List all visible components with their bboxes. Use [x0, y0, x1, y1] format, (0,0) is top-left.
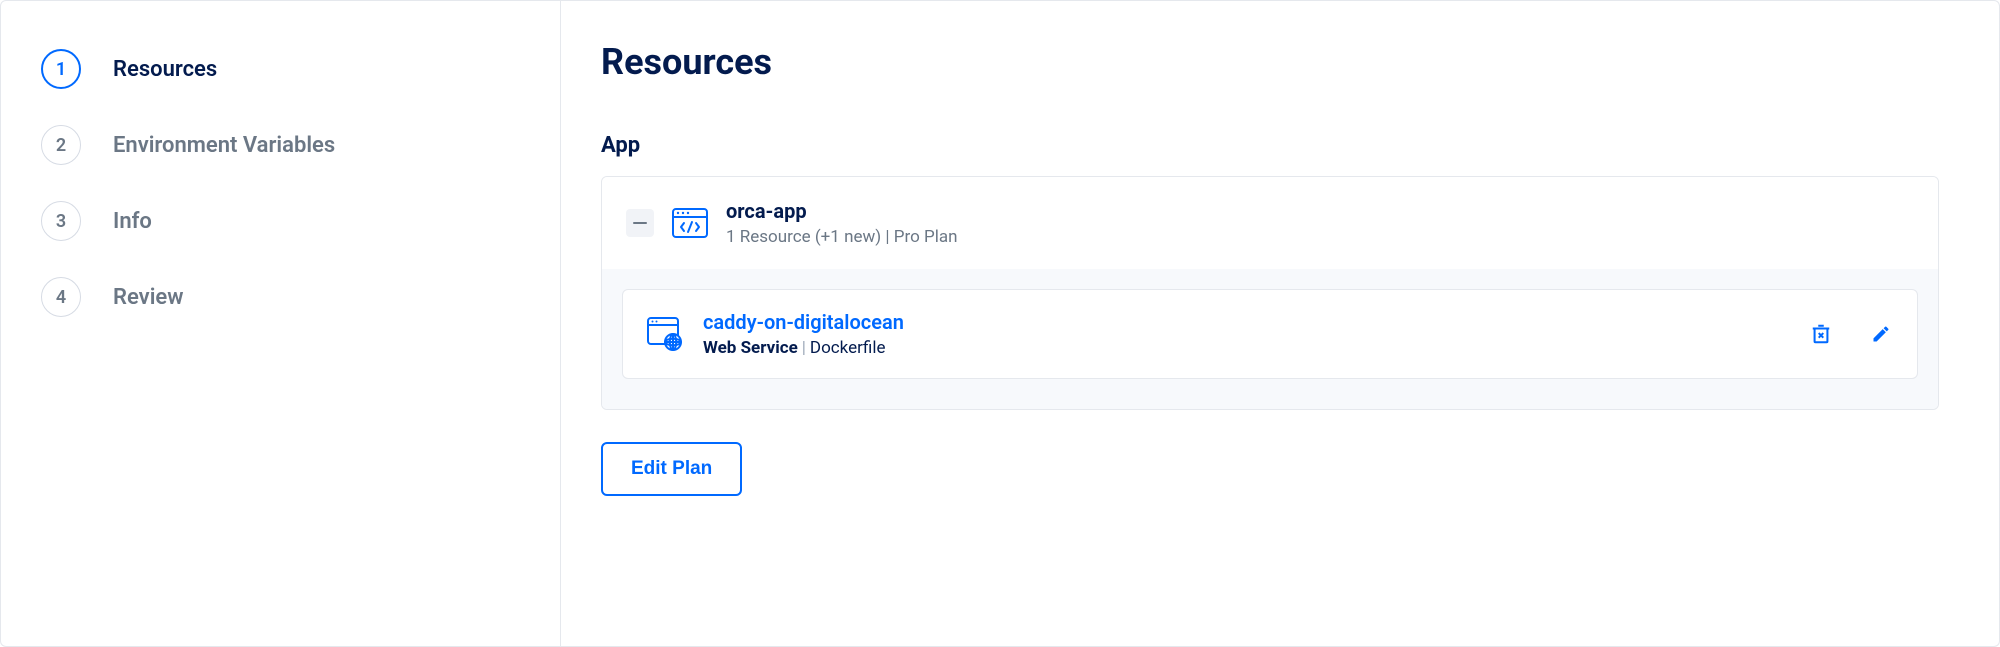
step-label: Resources [113, 57, 217, 82]
edit-icon[interactable] [1869, 322, 1893, 346]
step-info[interactable]: 3 Info [41, 183, 520, 259]
step-number: 1 [41, 49, 81, 89]
step-number: 3 [41, 201, 81, 241]
resource-actions [1809, 322, 1893, 346]
step-number: 2 [41, 125, 81, 165]
resource-meta: Web Service|Dockerfile [703, 338, 1789, 358]
web-service-icon [647, 317, 683, 351]
step-label: Info [113, 209, 152, 234]
step-label: Review [113, 285, 184, 310]
step-environment-variables[interactable]: 2 Environment Variables [41, 107, 520, 183]
steps-sidebar: 1 Resources 2 Environment Variables 3 In… [1, 1, 561, 646]
resource-text: caddy-on-digitalocean Web Service|Docker… [703, 310, 1789, 358]
wizard-page: 1 Resources 2 Environment Variables 3 In… [0, 0, 2000, 647]
app-card: orca-app 1 Resource (+1 new) | Pro Plan [601, 176, 1939, 410]
resource-source: Dockerfile [810, 338, 886, 358]
main-content: Resources App [561, 1, 1999, 646]
section-label-app: App [601, 133, 1939, 158]
step-review[interactable]: 4 Review [41, 259, 520, 335]
step-label: Environment Variables [113, 133, 335, 158]
app-header: orca-app 1 Resource (+1 new) | Pro Plan [602, 177, 1938, 269]
resource-list: caddy-on-digitalocean Web Service|Docker… [602, 269, 1938, 409]
step-number: 4 [41, 277, 81, 317]
app-name: orca-app [726, 199, 957, 223]
edit-plan-button[interactable]: Edit Plan [601, 442, 742, 496]
collapse-button[interactable] [626, 209, 654, 237]
step-resources[interactable]: 1 Resources [41, 31, 520, 107]
app-browser-icon [672, 208, 708, 238]
page-title: Resources [601, 41, 1939, 83]
resource-card: caddy-on-digitalocean Web Service|Docker… [622, 289, 1918, 379]
minus-icon [633, 222, 647, 224]
resource-name-link[interactable]: caddy-on-digitalocean [703, 310, 1789, 334]
resource-type: Web Service [703, 338, 798, 358]
app-text: orca-app 1 Resource (+1 new) | Pro Plan [726, 199, 957, 247]
delete-icon[interactable] [1809, 322, 1833, 346]
app-meta: 1 Resource (+1 new) | Pro Plan [726, 227, 957, 247]
